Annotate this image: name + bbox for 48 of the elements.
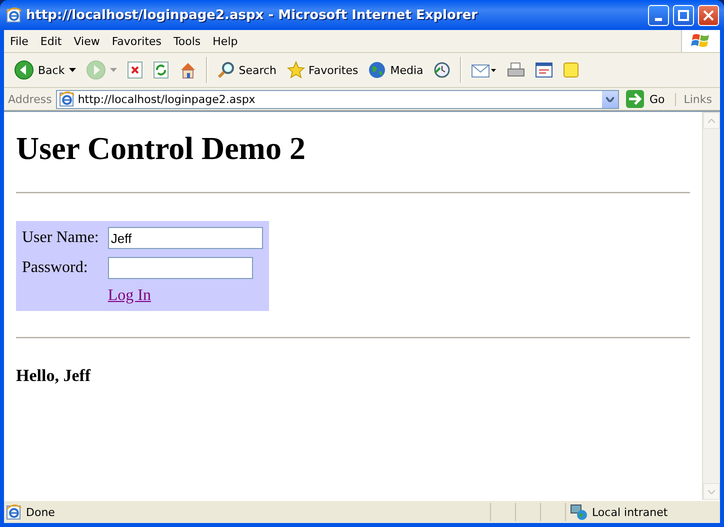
password-label: Password: [22, 259, 89, 277]
note-icon [563, 62, 580, 78]
menu-item[interactable]: Edit [34, 32, 68, 50]
maximize-icon [678, 10, 689, 20]
greeting-text: Hello, Jeff [16, 366, 92, 386]
house-icon [178, 61, 197, 79]
minimize-icon [655, 18, 662, 20]
menu-item[interactable]: Favorites [106, 32, 168, 50]
page-icon [6, 7, 22, 23]
go-button[interactable]: Go [623, 89, 671, 109]
links-label[interactable]: Links [674, 92, 720, 106]
password-field[interactable] [108, 257, 253, 279]
window-title: http://localhost/loginpage2.aspx - Microsoft Internet Explorer [26, 8, 479, 22]
network-globe-icon [570, 503, 588, 521]
close-button[interactable] [698, 4, 719, 26]
flag-icon [691, 32, 711, 50]
back-button[interactable]: Back [10, 57, 80, 83]
menu-item[interactable]: Help [206, 32, 244, 50]
page-heading: User Control Demo 2 [16, 130, 306, 167]
scroll-up-icon [708, 118, 715, 122]
scrollbar[interactable] [702, 112, 720, 500]
page-icon [58, 91, 75, 107]
star-icon [286, 61, 305, 79]
zone-text: Local intranet [592, 506, 668, 518]
address-field[interactable]: http://localhost/loginpage2.aspx [56, 90, 620, 108]
media-button[interactable]: Media [364, 57, 428, 83]
caret-icon [68, 68, 76, 72]
caret-icon [110, 68, 117, 72]
user-name-label: User Name: [22, 229, 99, 247]
minimize-button[interactable] [648, 4, 669, 26]
scroll-down-icon [708, 490, 715, 494]
favorites-button[interactable]: Favorites [282, 57, 362, 83]
maximize-button[interactable] [673, 4, 694, 26]
printer-icon [507, 61, 526, 79]
status-text: Done [26, 506, 55, 518]
search-button[interactable]: Search [212, 57, 281, 83]
stop-icon [126, 61, 143, 79]
address-label: Address [8, 92, 52, 106]
magnifier-icon [216, 61, 235, 79]
refresh-icon [152, 61, 169, 79]
menu-item[interactable]: View [68, 32, 106, 50]
close-icon [703, 10, 714, 20]
log-in-link[interactable]: Log In [108, 287, 263, 305]
menu-item[interactable]: Tools [168, 32, 207, 50]
globe-icon [368, 61, 386, 79]
user-name-field[interactable]: Jeff [108, 227, 263, 249]
document-pencil-icon [535, 61, 554, 79]
menu-item[interactable]: File [4, 32, 34, 50]
